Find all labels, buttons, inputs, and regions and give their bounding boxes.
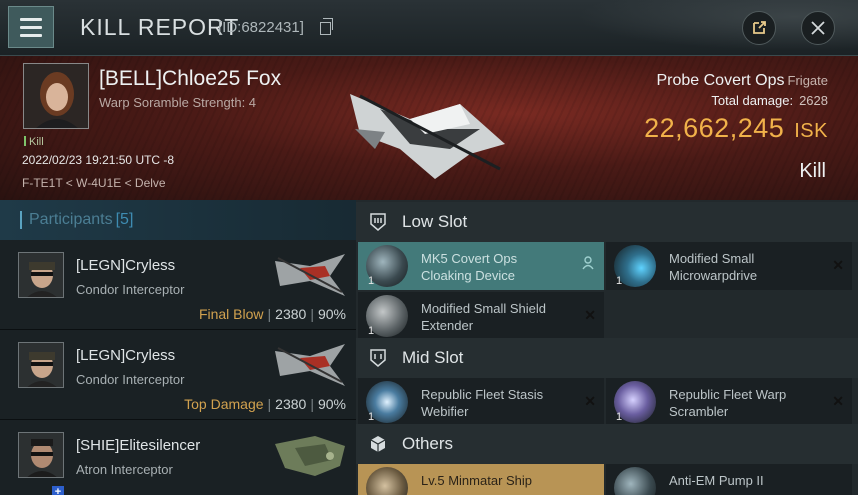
item-name: Anti-EM Pump II (669, 473, 764, 488)
victim-ship-image[interactable] (340, 74, 515, 184)
fitting-item[interactable]: 1 MK5 Covert Ops Cloaking Device (358, 242, 604, 290)
fitting-item[interactable]: 1 Republic Fleet Stasis Webifier ✕ (358, 378, 604, 426)
page-title: KILL REPORT (80, 14, 240, 40)
participant-row[interactable]: [LEGN]Cryless Condor Interceptor Final B… (0, 240, 356, 330)
kill-datetime: 2022/02/23 19:21:50 UTC -8 (22, 153, 175, 167)
plus-icon: + (52, 486, 64, 495)
item-name: Republic Fleet Warp Scrambler (669, 387, 787, 419)
item-name: Republic Fleet Stasis Webifier (421, 387, 544, 419)
participant-row[interactable]: + [SHIE]Elitesilencer Atron Interceptor (0, 420, 356, 495)
item-name: MK5 Covert Ops Cloaking Device (421, 251, 518, 283)
avatar[interactable] (18, 252, 64, 298)
fitting-item[interactable]: 1 Republic Fleet Warp Scrambler ✕ (606, 378, 852, 426)
item-name: Modified Small Shield Extender (421, 301, 547, 333)
hamburger-icon (20, 17, 42, 21)
participant-ship-image[interactable] (270, 246, 350, 301)
mid-slot-icon (370, 349, 386, 367)
fitting-item[interactable]: 1 Modified Small Shield Extender ✕ (358, 292, 604, 340)
item-name: Lv.5 Minmatar Ship (421, 473, 533, 488)
fitting-item[interactable]: Anti-EM Pump II (606, 464, 852, 495)
report-id: [ID:6822431] (218, 19, 304, 36)
victim-portrait[interactable] (23, 63, 89, 129)
victim-ship-name[interactable]: Probe Covert Ops Frigate (656, 72, 828, 90)
participant-role: Top Damage (184, 396, 264, 412)
warp-scramble-strength: Warp Soramble Strength: 4 (99, 95, 257, 110)
participants-panel: Participants [5] [LEGN]Cryless Condor Int… (0, 200, 356, 495)
participants-header[interactable]: Participants [5] (0, 200, 356, 240)
share-button[interactable] (742, 11, 776, 45)
participants-count: [5] (115, 211, 134, 228)
participant-name[interactable]: [LEGN]Cryless (76, 347, 175, 364)
victim-banner: [BELL]Chloe25 Fox Warp Soramble Strength… (0, 56, 858, 200)
ship-class: Frigate (787, 73, 828, 88)
kill-location[interactable]: F-TE1T < W-4U1E < Delve (22, 176, 166, 190)
destroyed-x-icon: ✕ (832, 393, 844, 409)
others-header: Others (356, 424, 858, 464)
participant-ship-image[interactable] (270, 426, 350, 481)
share-icon (753, 21, 766, 34)
participant-row[interactable]: [LEGN]Cryless Condor Interceptor Top Dam… (0, 330, 356, 420)
destroyed-x-icon: ✕ (584, 307, 596, 323)
total-damage: Total damage: 2628 (711, 93, 828, 108)
title-bar: KILL REPORT [ID:6822431] (0, 0, 858, 56)
fitting-panel: Low Slot 1 MK5 Covert Ops Cloaking Devic… (356, 200, 858, 495)
person-icon (582, 256, 594, 270)
mid-slot-header: Mid Slot (356, 338, 858, 378)
participant-ship: Condor Interceptor (76, 372, 185, 387)
avatar[interactable] (18, 432, 64, 478)
close-icon (811, 21, 825, 35)
participant-stats: Top Damage | 2380 | 90% (184, 396, 346, 412)
kill-tag: Kill (24, 136, 44, 148)
close-button[interactable] (801, 11, 835, 45)
participant-ship-image[interactable] (270, 336, 350, 391)
victim-avatar-image (24, 64, 88, 128)
low-slot-header: Low Slot (356, 202, 858, 242)
copy-icon[interactable] (320, 18, 333, 35)
participant-role: Final Blow (198, 306, 264, 322)
skill-book-icon (366, 467, 408, 495)
destroyed-x-icon: ✕ (832, 257, 844, 273)
isk-value: 22,662,245 ISK (644, 113, 828, 143)
fitting-item[interactable]: 1 Modified Small Microwarpdrive ✕ (606, 242, 852, 290)
anti-em-pump-icon (614, 467, 656, 495)
participant-name[interactable]: [LEGN]Cryless (76, 257, 175, 274)
result-label: Kill (799, 160, 826, 182)
avatar[interactable] (18, 342, 64, 388)
participant-ship: Atron Interceptor (76, 462, 173, 477)
participant-name[interactable]: [SHIE]Elitesilencer (76, 437, 200, 454)
low-slot-icon (370, 213, 386, 231)
participant-ship: Condor Interceptor (76, 282, 185, 297)
fitting-item[interactable]: Lv.5 Minmatar Ship (358, 464, 604, 495)
menu-button[interactable] (8, 6, 54, 48)
destroyed-x-icon: ✕ (584, 393, 596, 409)
cube-icon (370, 436, 386, 452)
item-name: Modified Small Microwarpdrive (669, 251, 758, 283)
participant-stats: Final Blow | 2380 | 90% (198, 306, 346, 322)
victim-name[interactable]: [BELL]Chloe25 Fox (99, 67, 281, 91)
